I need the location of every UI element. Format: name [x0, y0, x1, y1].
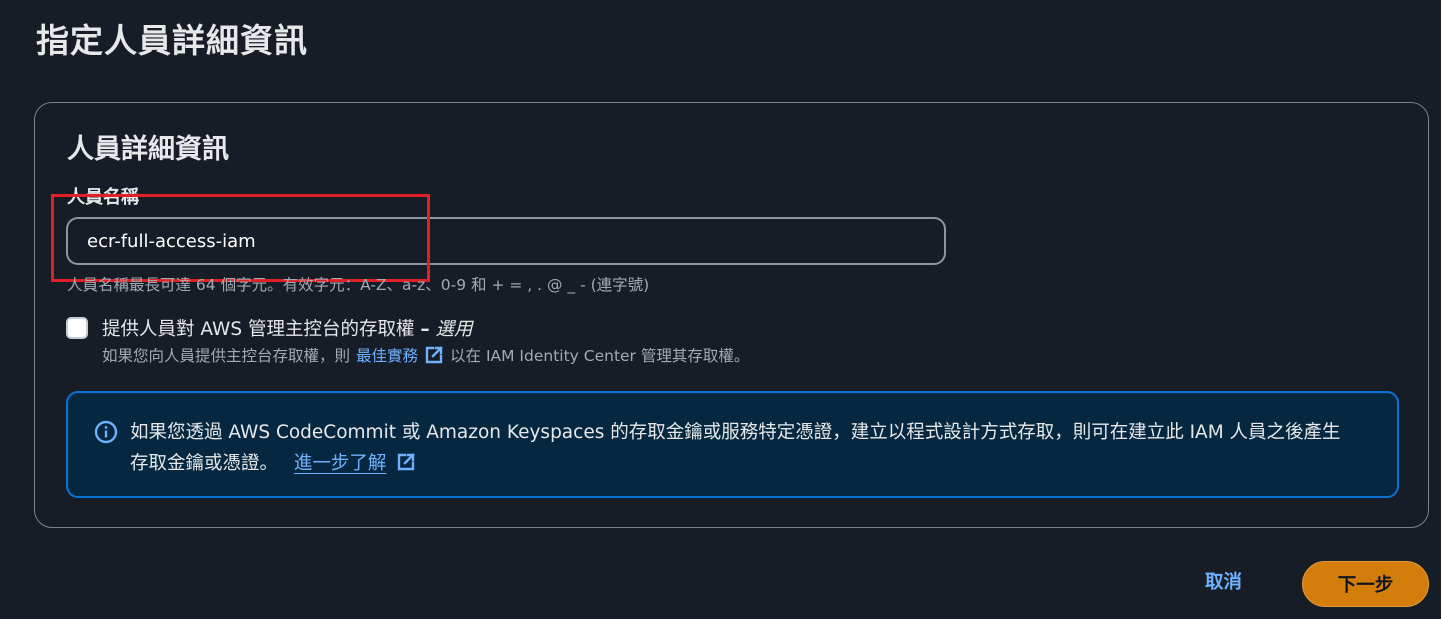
best-practice-link[interactable]: 最佳實務 [356, 344, 418, 366]
panel-title: 人員詳細資訊 [67, 134, 229, 165]
info-alert: 如果您透過 AWS CodeCommit 或 Amazon Keyspaces … [66, 391, 1399, 498]
username-label: 人員名稱 [67, 187, 139, 208]
console-access-label-text: 提供人員對 AWS 管理主控台的存取權 [102, 319, 415, 340]
info-text: 如果您透過 AWS CodeCommit 或 Amazon Keyspaces … [130, 417, 1350, 479]
info-icon [94, 420, 118, 444]
page-title: 指定人員詳細資訊 [36, 21, 308, 60]
external-link-icon[interactable] [396, 451, 416, 471]
label-dash: – [420, 319, 430, 340]
learn-more-link[interactable]: 進一步了解 [294, 453, 387, 474]
external-link-icon[interactable] [424, 345, 444, 365]
desc-before: 如果您向人員提供主控台存取權，則 [102, 347, 351, 365]
username-input[interactable] [66, 217, 946, 265]
username-constraint: 人員名稱最長可達 64 個字元。有效字元：A-Z、a-z、0-9 和 + = ,… [67, 276, 650, 294]
console-access-label[interactable]: 提供人員對 AWS 管理主控台的存取權 – 選用 [102, 315, 473, 341]
optional-text: 選用 [435, 319, 473, 340]
desc-after: 以在 IAM Identity Center 管理其存取權。 [450, 347, 750, 365]
console-access-checkbox[interactable] [66, 317, 88, 339]
console-access-description: 如果您向人員提供主控台存取權，則 最佳實務 以在 IAM Identity Ce… [102, 344, 749, 366]
user-details-panel: 人員詳細資訊 人員名稱 人員名稱最長可達 64 個字元。有效字元：A-Z、a-z… [34, 102, 1429, 528]
next-button[interactable]: 下一步 [1302, 561, 1429, 607]
cancel-button[interactable]: 取消 [1205, 568, 1242, 594]
